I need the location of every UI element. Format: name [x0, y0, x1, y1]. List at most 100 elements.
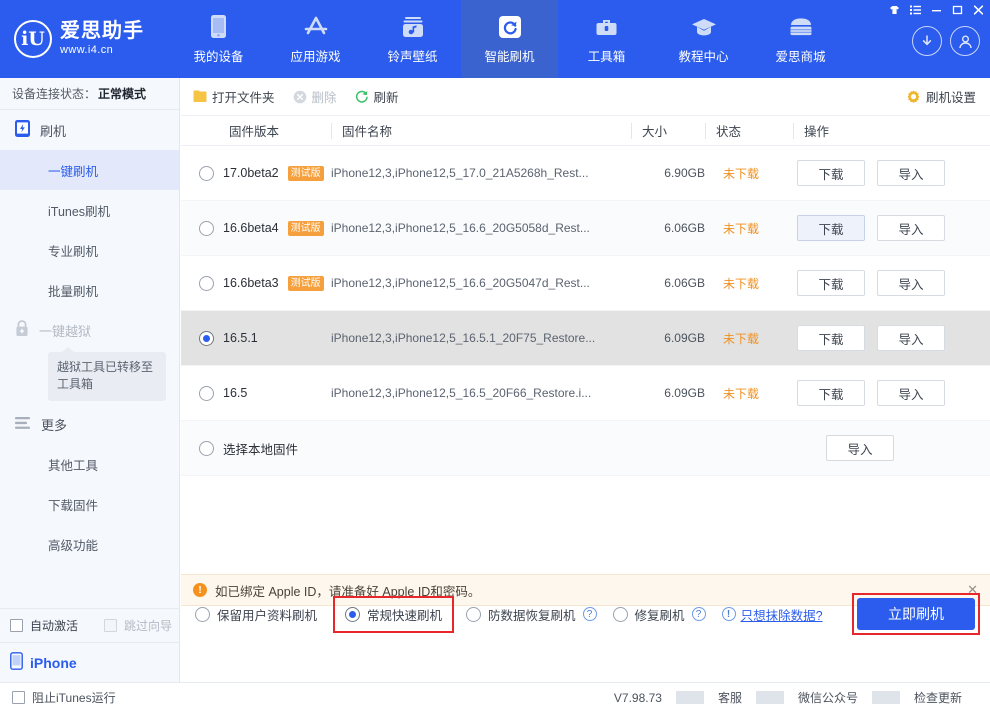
- import-button[interactable]: 导入: [877, 215, 945, 241]
- option-normal-fast-flash[interactable]: 常规快速刷机: [333, 595, 455, 633]
- row-radio[interactable]: [199, 385, 214, 401]
- option-anti-recovery-flash[interactable]: 防数据恢复刷机 ?: [466, 605, 597, 624]
- tab-label: 应用游戏: [290, 49, 341, 64]
- connected-device-row[interactable]: iPhone: [0, 642, 180, 682]
- download-button[interactable]: 下载: [797, 270, 865, 296]
- download-button[interactable]: 下载: [797, 325, 865, 351]
- sidebar-item-label: 一键刷机: [48, 164, 99, 179]
- refresh-button[interactable]: 刷新: [355, 87, 399, 106]
- block-itunes-checkbox[interactable]: [12, 691, 25, 704]
- app-version: V7.98.73: [613, 690, 662, 705]
- device-connection-status: 设备连接状态： 正常模式: [0, 78, 179, 110]
- auto-activate-label: 自动激活: [30, 619, 79, 633]
- menu-list-icon[interactable]: [906, 1, 925, 19]
- user-circle-icon[interactable]: [950, 26, 980, 56]
- import-button[interactable]: 导入: [826, 435, 894, 461]
- auto-activate-checkbox[interactable]: [10, 619, 23, 632]
- sidebar-item-pro-flash[interactable]: 专业刷机: [0, 230, 179, 270]
- close-icon[interactable]: [969, 1, 988, 19]
- jailbreak-tooltip: 越狱工具已转移至工具箱: [48, 347, 166, 401]
- refresh-icon: [498, 14, 522, 40]
- option-repair-flash[interactable]: 修复刷机 ?: [612, 605, 706, 624]
- header-right-actions: [912, 26, 980, 56]
- main-nav-tabs: 我的设备 应用游戏 铃声壁纸 智能刷机 工具箱 教程中心 爱思商城: [170, 0, 849, 78]
- firmware-name: iPhone12,3,iPhone12,5_16.6_20G5058d_Rest…: [331, 221, 590, 235]
- sidebar-item-one-key-flash[interactable]: 一键刷机: [0, 150, 179, 190]
- tab-i4-store[interactable]: 爱思商城: [752, 0, 849, 78]
- delete-button: 删除: [293, 87, 337, 106]
- tab-label: 铃声壁纸: [387, 49, 438, 64]
- sidebar-item-label: 批量刷机: [48, 284, 99, 299]
- erase-data-link[interactable]: 只想抹除数据?: [741, 605, 823, 624]
- firmware-status: 未下载: [723, 166, 760, 181]
- status-bar: 阻止iTunes运行 V7.98.73 客服 微信公众号 检查更新: [0, 682, 990, 712]
- sidebar-group-flash[interactable]: 刷机: [0, 110, 179, 150]
- customer-service-link[interactable]: 客服: [704, 689, 756, 706]
- table-row[interactable]: 16.6beta4 测试版 iPhone12,3,iPhone12,5_16.6…: [181, 201, 990, 256]
- tab-toolbox[interactable]: 工具箱: [558, 0, 655, 78]
- window-controls: [885, 0, 988, 20]
- firmware-status: 未下载: [723, 221, 760, 236]
- import-button[interactable]: 导入: [877, 160, 945, 186]
- flash-now-button[interactable]: 立即刷机: [857, 598, 975, 630]
- download-button[interactable]: 下载: [797, 380, 865, 406]
- flash-settings-button[interactable]: 刷机设置: [906, 87, 976, 106]
- tab-apps-games[interactable]: 应用游戏: [267, 0, 364, 78]
- download-button[interactable]: 下载: [797, 160, 865, 186]
- row-radio[interactable]: [199, 275, 214, 291]
- erase-data-link-group[interactable]: ! 只想抹除数据?: [721, 605, 823, 624]
- download-circle-icon[interactable]: [912, 26, 942, 56]
- import-button[interactable]: 导入: [877, 270, 945, 296]
- main-content: 打开文件夹 删除 刷新 刷机设置 固件版本 固件名称 大小 状态 操作 17.0…: [181, 78, 990, 682]
- firmware-version: 17.0beta2: [223, 166, 279, 180]
- flash-settings-label: 刷机设置: [925, 91, 976, 105]
- firmware-size: 6.06GB: [664, 221, 705, 235]
- row-radio[interactable]: [199, 330, 214, 346]
- sidebar-item-batch-flash[interactable]: 批量刷机: [0, 270, 179, 310]
- option-radio[interactable]: [466, 606, 482, 622]
- firmware-name: iPhone12,3,iPhone12,5_16.6_20G5047d_Rest…: [331, 276, 590, 290]
- help-icon[interactable]: ?: [691, 607, 706, 621]
- import-button[interactable]: 导入: [877, 325, 945, 351]
- minimize-icon[interactable]: [927, 1, 946, 19]
- table-row[interactable]: 16.5 iPhone12,3,iPhone12,5_16.5_20F66_Re…: [181, 366, 990, 421]
- option-keep-user-data[interactable]: 保留用户资料刷机: [195, 605, 317, 624]
- table-row[interactable]: 16.5.1 iPhone12,3,iPhone12,5_16.5.1_20F7…: [181, 311, 990, 366]
- refresh-icon: [355, 90, 368, 103]
- tab-tutorial-center[interactable]: 教程中心: [655, 0, 752, 78]
- sidebar-item-itunes-flash[interactable]: iTunes刷机: [0, 190, 179, 230]
- option-radio[interactable]: [345, 606, 361, 622]
- row-radio[interactable]: [199, 220, 214, 236]
- sidebar-item-label: iTunes刷机: [48, 204, 111, 219]
- download-button[interactable]: 下载: [797, 215, 865, 241]
- check-update-link[interactable]: 检查更新: [900, 689, 976, 706]
- sidebar-item-other-tools[interactable]: 其他工具: [0, 445, 179, 485]
- table-row[interactable]: 17.0beta2 测试版 iPhone12,3,iPhone12,5_17.0…: [181, 146, 990, 201]
- col-firmware-name: 固件名称: [331, 122, 631, 139]
- row-radio[interactable]: [199, 165, 214, 181]
- sidebar-item-download-firmware[interactable]: 下载固件: [0, 485, 179, 525]
- skin-icon[interactable]: [885, 1, 904, 19]
- open-folder-label: 打开文件夹: [212, 91, 275, 105]
- open-folder-button[interactable]: 打开文件夹: [193, 87, 275, 106]
- row-radio[interactable]: [199, 440, 214, 456]
- firmware-name: iPhone12,3,iPhone12,5_17.0_21A5268h_Rest…: [331, 166, 589, 180]
- graduation-cap-icon: [691, 14, 717, 40]
- appstore-icon: [303, 14, 329, 40]
- option-radio[interactable]: [195, 606, 210, 622]
- wechat-link[interactable]: 微信公众号: [784, 689, 872, 706]
- sidebar-item-advanced[interactable]: 高级功能: [0, 525, 179, 565]
- import-button[interactable]: 导入: [877, 380, 945, 406]
- brand-name: 爱思助手: [60, 20, 144, 43]
- maximize-icon[interactable]: [948, 1, 967, 19]
- table-row-local-firmware[interactable]: 选择本地固件 导入: [181, 421, 990, 476]
- tab-label: 我的设备: [193, 49, 244, 64]
- tab-smart-flash[interactable]: 智能刷机: [461, 0, 558, 78]
- tab-my-device[interactable]: 我的设备: [170, 0, 267, 78]
- sidebar-group-more[interactable]: 更多: [0, 405, 179, 445]
- tab-ringtones-wallpaper[interactable]: 铃声壁纸: [364, 0, 461, 78]
- help-icon[interactable]: ?: [582, 607, 597, 621]
- table-row[interactable]: 16.6beta3 测试版 iPhone12,3,iPhone12,5_16.6…: [181, 256, 990, 311]
- iphone-icon: [10, 652, 23, 673]
- option-radio[interactable]: [612, 606, 628, 622]
